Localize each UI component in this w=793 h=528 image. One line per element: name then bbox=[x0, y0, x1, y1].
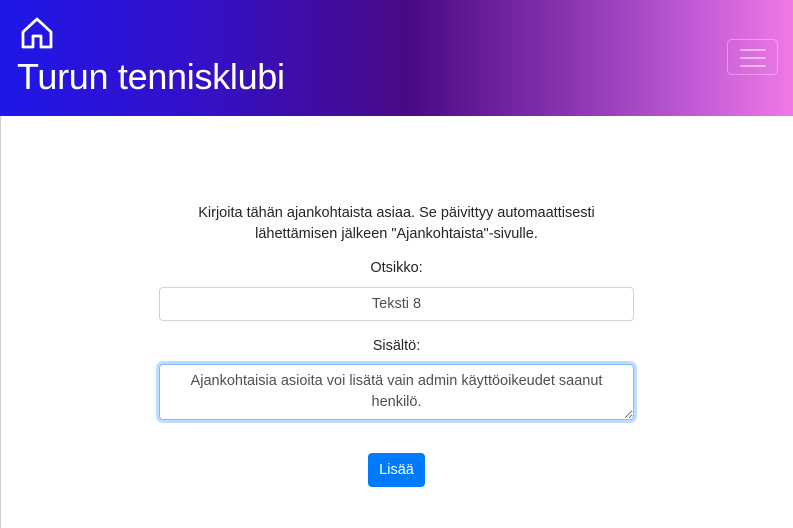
home-icon[interactable] bbox=[19, 15, 55, 51]
submit-button[interactable]: Lisää bbox=[368, 453, 425, 487]
site-header: Turun tennisklubi bbox=[0, 0, 793, 116]
menu-bar-bottom bbox=[740, 65, 766, 67]
form-instructions: Kirjoita tähän ajankohtaista asiaa. Se p… bbox=[160, 203, 633, 245]
instructions-line-1: Kirjoita tähän ajankohtaista asiaa. Se p… bbox=[198, 205, 595, 221]
menu-bar-top bbox=[740, 49, 766, 51]
content-label: Sisältö: bbox=[372, 338, 421, 354]
brand-title[interactable]: Turun tennisklubi bbox=[17, 56, 285, 98]
instructions-line-2: lähettämisen jälkeen "Ajankohtaista"-siv… bbox=[255, 226, 538, 242]
title-input[interactable] bbox=[159, 287, 634, 321]
menu-bar-middle bbox=[740, 57, 766, 59]
page-border bbox=[0, 116, 1, 528]
title-label: Otsikko: bbox=[370, 260, 423, 276]
hamburger-menu-icon[interactable] bbox=[727, 39, 778, 75]
content-textarea[interactable]: Ajankohtaisia asioita voi lisätä vain ad… bbox=[159, 364, 634, 420]
